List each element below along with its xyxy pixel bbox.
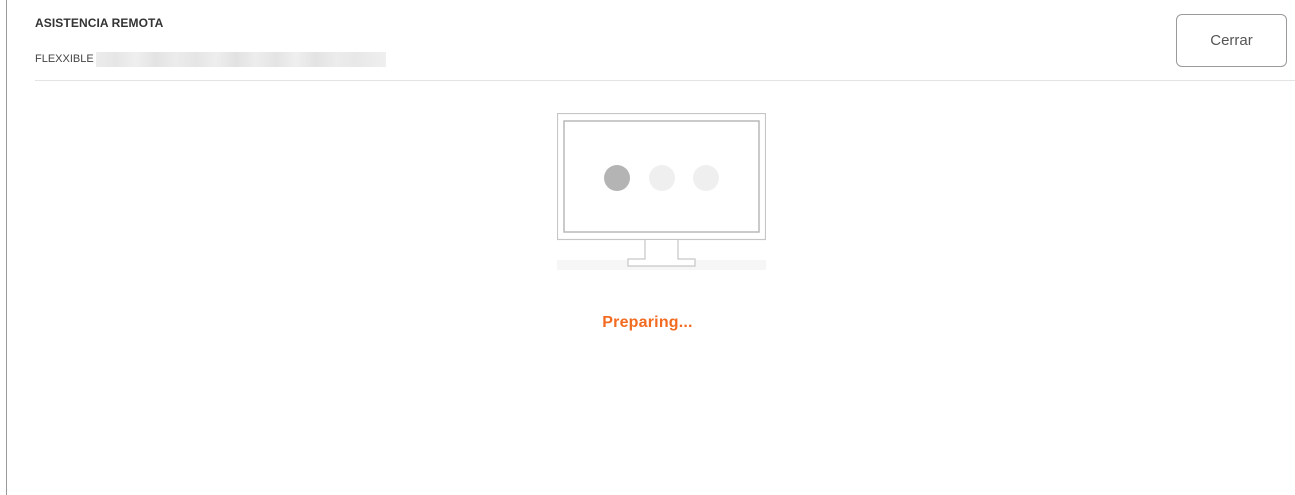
loading-dot xyxy=(649,165,675,191)
page-title: ASISTENCIA REMOTA xyxy=(35,16,164,30)
loading-dot xyxy=(693,165,719,191)
redacted-device-suffix xyxy=(95,51,386,67)
device-row: FLEXXIBLE xyxy=(35,51,386,67)
monitor-icon xyxy=(557,113,766,270)
close-button[interactable]: Cerrar xyxy=(1176,14,1287,67)
loading-dot xyxy=(604,165,630,191)
status-text: Preparing... xyxy=(602,314,693,331)
remote-assistance-page: ASISTENCIA REMOTA FLEXXIBLE Cerrar Prepa… xyxy=(0,0,1295,495)
header: ASISTENCIA REMOTA FLEXXIBLE Cerrar xyxy=(35,0,1295,81)
monitor-stand xyxy=(627,240,696,267)
left-divider xyxy=(6,0,7,495)
device-name: FLEXXIBLE xyxy=(35,53,94,65)
